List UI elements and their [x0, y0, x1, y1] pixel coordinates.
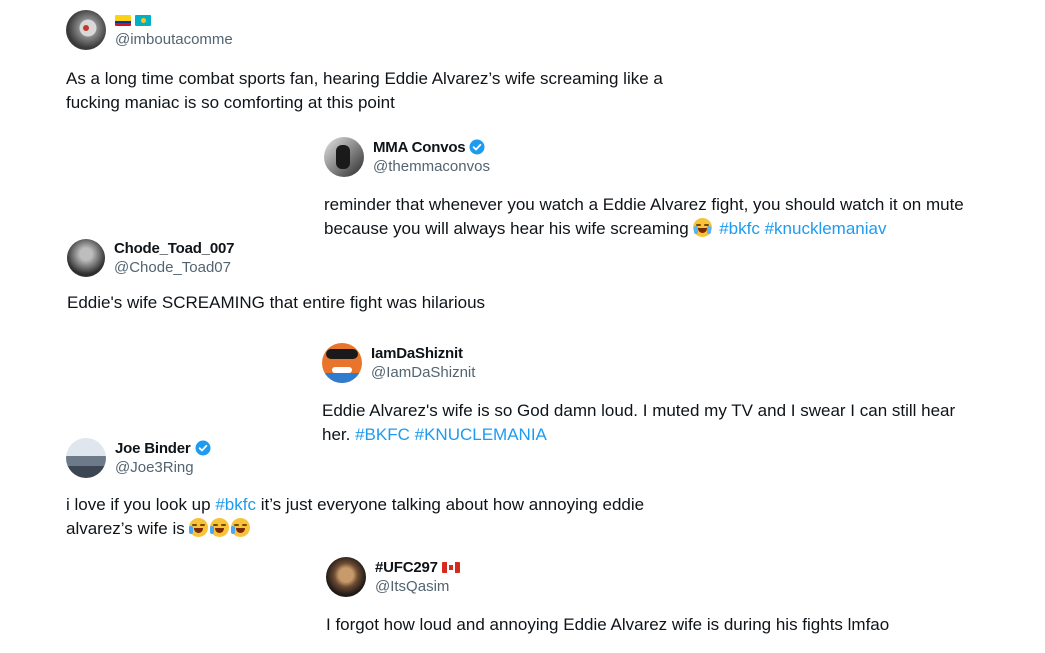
- tears-of-joy-icon: [231, 518, 251, 537]
- handle[interactable]: @themmaconvos: [373, 157, 490, 177]
- display-name[interactable]: IamDaShiznit: [371, 345, 463, 362]
- hashtag-link[interactable]: #bkfc: [719, 219, 760, 238]
- tweet-text: Eddie's wife SCREAMING that entire fight…: [67, 293, 486, 312]
- tweet-itsqasim: #UFC297 @ItsQasim I forgot how loud and …: [326, 557, 976, 637]
- name-row: [115, 10, 233, 30]
- tweet-joe3ring: Joe Binder @Joe3Ring i love if you look …: [66, 438, 706, 541]
- tears-of-joy-icon: [189, 518, 209, 537]
- verified-badge-icon: [469, 139, 485, 155]
- tweet-themmaconvos: MMA Convos @themmaconvos reminder that w…: [324, 137, 974, 241]
- display-name[interactable]: MMA Convos: [373, 139, 466, 156]
- handle[interactable]: @imboutacomme: [115, 30, 233, 50]
- tweet-text: I forgot how loud and annoying Eddie Alv…: [326, 615, 890, 634]
- hashtag-link[interactable]: #knucklemaniav: [765, 219, 887, 238]
- avatar[interactable]: [66, 438, 106, 478]
- tweet-text: i love if you look up: [66, 495, 211, 514]
- display-name[interactable]: #UFC297: [375, 559, 438, 576]
- tweet-text-block: i love if you look up #bkfc it’s just ev…: [66, 493, 696, 541]
- verified-badge-icon: [195, 440, 211, 456]
- loudly-crying-face-icon: [693, 218, 713, 237]
- display-name[interactable]: Joe Binder: [115, 440, 191, 457]
- handle[interactable]: @Joe3Ring: [115, 458, 211, 478]
- avatar[interactable]: [67, 239, 105, 277]
- canada-flag-icon: [441, 561, 460, 573]
- avatar[interactable]: [326, 557, 366, 597]
- avatar[interactable]: [66, 10, 106, 50]
- display-name[interactable]: Chode_Toad_007: [114, 240, 234, 257]
- hashtag-link[interactable]: #bkfc: [215, 495, 256, 514]
- tweet-chode-toad07: Chode_Toad_007 @Chode_Toad07 Eddie's wif…: [67, 238, 567, 315]
- kazakhstan-flag-icon: [135, 14, 151, 26]
- avatar[interactable]: [322, 343, 362, 383]
- tweet-text: As a long time combat sports fan, hearin…: [66, 69, 663, 112]
- tweet-text-block: reminder that whenever you watch a Eddie…: [324, 193, 964, 241]
- colombia-flag-icon: [115, 14, 131, 26]
- handle[interactable]: @Chode_Toad07: [114, 258, 234, 278]
- tweet-iamdashiznit: IamDaShiznit @IamDaShiznit Eddie Alvarez…: [322, 343, 972, 447]
- avatar[interactable]: [324, 137, 364, 177]
- tweet-imboutacomme: @imboutacomme As a long time combat spor…: [66, 10, 706, 115]
- tears-of-joy-icon: [210, 518, 230, 537]
- handle[interactable]: @IamDaShiznit: [371, 363, 475, 383]
- handle[interactable]: @ItsQasim: [375, 577, 460, 597]
